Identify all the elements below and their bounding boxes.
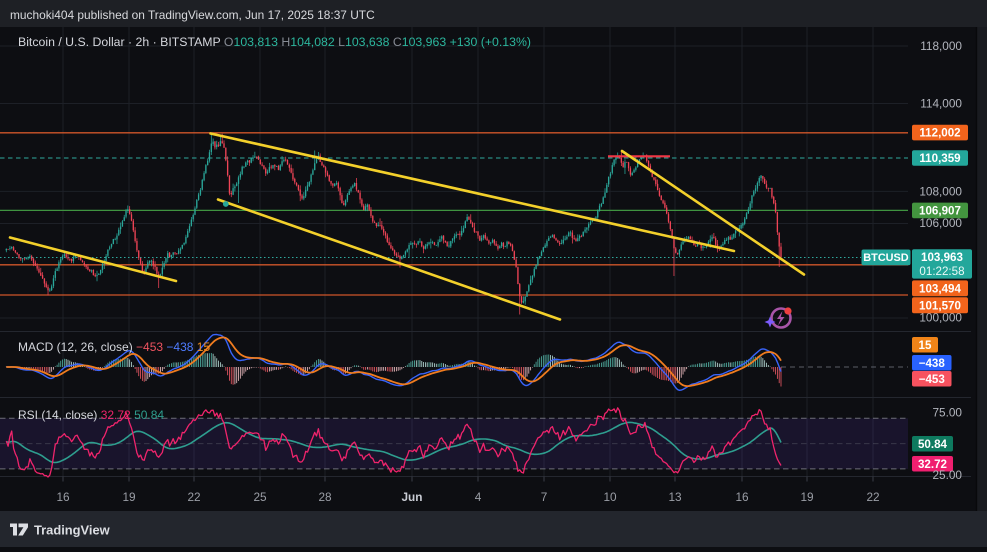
svg-text:10: 10 (603, 490, 617, 504)
svg-text:RSI (14, close) 32.72 50.84: RSI (14, close) 32.72 50.84 (18, 408, 164, 422)
svg-text:112,002: 112,002 (919, 127, 960, 140)
svg-text:25.00: 25.00 (932, 468, 962, 482)
svg-text:19: 19 (122, 490, 135, 504)
svg-text:50.84: 50.84 (918, 438, 948, 451)
svg-text:114,000: 114,000 (920, 97, 962, 111)
svg-text:103,963: 103,963 (921, 251, 963, 264)
svg-text:MACD (12, 26, close) −453 −438: MACD (12, 26, close) −453 −438 15 (18, 340, 210, 354)
svg-text:7: 7 (541, 490, 548, 504)
svg-text:28: 28 (318, 490, 332, 504)
svg-text:75.00: 75.00 (932, 406, 962, 420)
svg-text:4: 4 (475, 490, 482, 504)
svg-text:Jun: Jun (402, 490, 423, 504)
svg-text:13: 13 (668, 490, 682, 504)
svg-text:−438: −438 (919, 357, 946, 370)
svg-text:16: 16 (735, 490, 749, 504)
svg-text:TradingView: TradingView (34, 523, 111, 538)
svg-text:118,000: 118,000 (920, 39, 962, 53)
svg-text:25: 25 (253, 490, 267, 504)
svg-text:22: 22 (866, 490, 879, 504)
svg-text:101,570: 101,570 (919, 299, 961, 312)
svg-text:15: 15 (919, 339, 932, 352)
svg-text:103,494: 103,494 (919, 282, 961, 295)
svg-text:Bitcoin / U.S. Dollar · 2h · B: Bitcoin / U.S. Dollar · 2h · BITSTAMP O1… (18, 35, 531, 49)
svg-text:16: 16 (56, 490, 70, 504)
svg-text:19: 19 (800, 490, 813, 504)
svg-text:01:22:58: 01:22:58 (919, 265, 964, 278)
svg-text:22: 22 (187, 490, 200, 504)
svg-text:110,359: 110,359 (919, 152, 961, 165)
svg-text:muchoki404 published on Tradin: muchoki404 published on TradingView.com,… (10, 8, 375, 22)
svg-text:BTCUSD: BTCUSD (863, 252, 909, 264)
svg-text:−453: −453 (919, 373, 946, 386)
svg-text:108,000: 108,000 (919, 184, 962, 198)
svg-text:106,907: 106,907 (919, 205, 961, 218)
